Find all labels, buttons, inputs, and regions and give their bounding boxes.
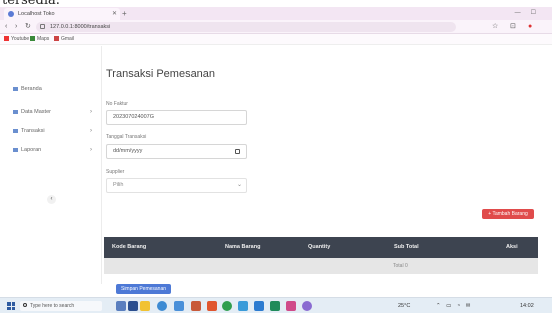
os-taskbar: Type here to search 25°C ⌃ ▭ ◔ ✉ 14:02 bbox=[0, 297, 552, 313]
windows-start-icon[interactable] bbox=[7, 302, 15, 310]
extensions-icon[interactable]: ⊡ bbox=[510, 20, 516, 34]
browser-address-bar: ‹ › ↻ 127.0.0.1:8000/transaksi ☆ ⊡ ● bbox=[0, 20, 552, 34]
sidebar-item-transaksi[interactable]: Transaksi › bbox=[13, 128, 92, 134]
search-icon bbox=[23, 303, 27, 307]
gmail-icon bbox=[54, 36, 59, 42]
sidebar: Beranda Data Master › Transaksi › Lapora… bbox=[0, 46, 102, 284]
word-icon[interactable] bbox=[254, 301, 264, 311]
taskbar-search-input[interactable]: Type here to search bbox=[20, 301, 102, 311]
folder-icon bbox=[13, 109, 18, 114]
weather-tray[interactable]: 25°C bbox=[398, 298, 410, 313]
youtube-icon bbox=[4, 36, 9, 42]
taskbar-clock[interactable]: 14:02 bbox=[520, 298, 534, 313]
page-title: Transaksi Pemesanan bbox=[106, 68, 216, 80]
back-arrow-icon[interactable]: ‹ bbox=[5, 20, 7, 34]
vscode-icon[interactable] bbox=[238, 301, 248, 311]
taskbar-search-placeholder: Type here to search bbox=[30, 303, 75, 309]
app-icon[interactable] bbox=[286, 301, 296, 311]
forward-arrow-icon[interactable]: › bbox=[15, 20, 17, 34]
column-header-quantity: Quantity bbox=[308, 244, 331, 250]
powerpoint-icon[interactable] bbox=[207, 301, 217, 311]
tanggal-date-field[interactable]: dd/mm/yyyy bbox=[106, 144, 247, 159]
close-tab-icon[interactable]: ✕ bbox=[112, 8, 117, 20]
supplier-label: Supplier bbox=[106, 169, 125, 175]
reload-icon[interactable]: ↻ bbox=[25, 20, 31, 34]
no-faktur-field[interactable]: 202307024007G bbox=[106, 110, 247, 125]
no-faktur-label: No Faktur bbox=[106, 101, 128, 107]
screen: tersedia. Localhost Toko ✕ + —☐ ‹ › ↻ 12… bbox=[0, 0, 552, 313]
site-info-icon[interactable] bbox=[40, 24, 45, 29]
chevron-down-icon: ⌄ bbox=[236, 182, 242, 188]
chrome-icon[interactable] bbox=[222, 301, 232, 311]
supplier-select[interactable]: Pilih ⌄ bbox=[106, 178, 247, 193]
column-header-kode: Kode Barang bbox=[112, 244, 147, 250]
total-label: Total 0 bbox=[393, 263, 408, 269]
chevron-right-icon: › bbox=[90, 147, 92, 153]
edge-browser-icon[interactable] bbox=[157, 301, 167, 311]
supplier-value: Pilih bbox=[113, 182, 124, 188]
browser-tab-title: Localhost Toko bbox=[18, 11, 55, 17]
bookmark-youtube[interactable]: Youtube bbox=[4, 34, 29, 45]
maps-icon bbox=[30, 36, 35, 42]
folder-icon bbox=[13, 128, 18, 133]
browser-tab[interactable]: Localhost Toko ✕ bbox=[4, 8, 120, 20]
site-favicon-icon bbox=[8, 11, 14, 17]
browser-tab-bar: Localhost Toko ✕ + —☐ bbox=[0, 7, 552, 20]
profile-icon[interactable]: ● bbox=[528, 20, 532, 34]
calendar-icon[interactable] bbox=[235, 149, 240, 154]
bookmark-star-icon[interactable]: ☆ bbox=[492, 20, 498, 34]
task-view-icon[interactable] bbox=[116, 301, 126, 311]
add-item-button[interactable]: + Tambah Barang bbox=[482, 209, 534, 219]
chevron-right-icon: › bbox=[90, 109, 92, 115]
column-header-nama: Nama Barang bbox=[225, 244, 261, 250]
file-explorer-icon[interactable] bbox=[128, 301, 138, 311]
bookmark-gmail[interactable]: Gmail bbox=[54, 34, 74, 45]
table-header: Kode Barang Nama Barang Quantity Sub Tot… bbox=[104, 237, 538, 258]
bookmarks-bar: Youtube Maps Gmail bbox=[0, 34, 552, 45]
tanggal-label: Tanggal Transaksi bbox=[106, 134, 147, 140]
settings-icon[interactable] bbox=[302, 301, 312, 311]
sidebar-collapse-button[interactable]: ‹ bbox=[47, 195, 56, 204]
store-icon[interactable] bbox=[140, 301, 150, 311]
sidebar-item-beranda[interactable]: Beranda bbox=[13, 86, 42, 92]
mail-icon[interactable] bbox=[174, 301, 184, 311]
office-icon[interactable] bbox=[191, 301, 201, 311]
sidebar-item-data-master[interactable]: Data Master › bbox=[13, 109, 92, 115]
report-icon bbox=[13, 147, 18, 152]
tanggal-value: dd/mm/yyyy bbox=[113, 148, 143, 154]
save-order-button[interactable]: Simpan Pemesanan bbox=[116, 284, 171, 294]
sidebar-item-laporan[interactable]: Laporan › bbox=[13, 147, 92, 153]
bookmark-maps[interactable]: Maps bbox=[30, 34, 49, 45]
excel-icon[interactable] bbox=[270, 301, 280, 311]
url-input[interactable]: 127.0.0.1:8000/transaksi bbox=[36, 22, 456, 32]
chevron-right-icon: › bbox=[90, 128, 92, 134]
home-icon bbox=[13, 86, 18, 91]
column-header-subtotal: Sub Total bbox=[394, 244, 419, 250]
system-tray-icons[interactable]: ⌃ ▭ ◔ ✉ bbox=[436, 298, 472, 313]
new-tab-icon[interactable]: + bbox=[122, 7, 127, 20]
table-total-row: Total 0 bbox=[104, 258, 538, 274]
window-controls[interactable]: —☐ bbox=[515, 7, 546, 20]
url-text: 127.0.0.1:8000/transaksi bbox=[50, 24, 111, 30]
column-header-aksi: Aksi bbox=[506, 244, 518, 250]
no-faktur-value: 202307024007G bbox=[113, 114, 154, 120]
